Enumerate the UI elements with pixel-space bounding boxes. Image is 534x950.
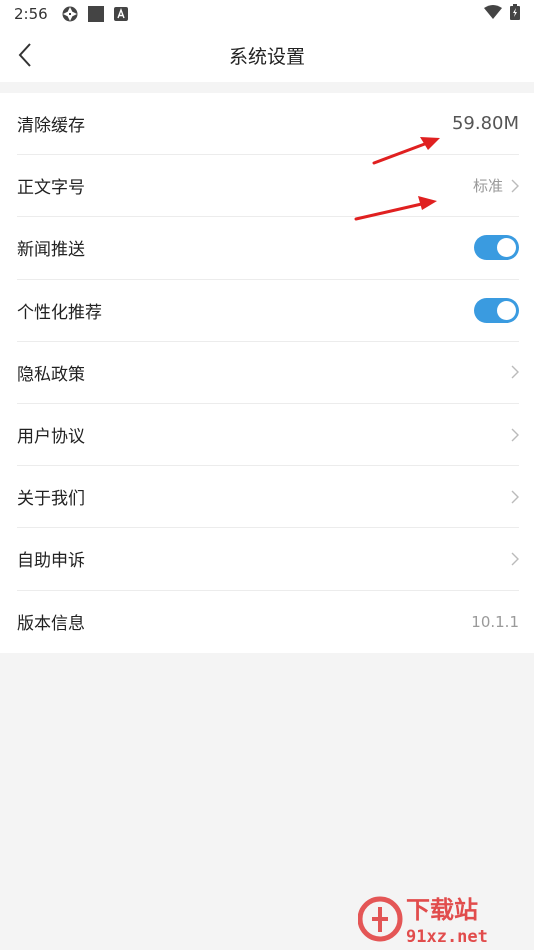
watermark-brand: 下载站 bbox=[406, 896, 478, 924]
app-a-icon bbox=[113, 7, 128, 21]
settings-item-news-push[interactable]: 新闻推送 bbox=[17, 217, 519, 280]
chevron-right-icon bbox=[511, 365, 519, 379]
settings-item-label: 个性化推荐 bbox=[17, 302, 102, 323]
value-wrap bbox=[503, 428, 519, 442]
settings-item-label: 用户协议 bbox=[17, 427, 85, 448]
cache-size-value: 59.80M bbox=[451, 113, 519, 135]
wifi-icon bbox=[484, 5, 502, 23]
settings-item-about[interactable]: 关于我们 bbox=[17, 466, 519, 529]
settings-item-label: 正文字号 bbox=[17, 178, 85, 199]
settings-item-personalized[interactable]: 个性化推荐 bbox=[17, 280, 519, 342]
app-header: 系统设置 bbox=[0, 28, 534, 82]
settings-list: 清除缓存 59.80M 正文字号 标准 新闻推送 个性化推荐 隐私政策 用户协议 bbox=[0, 93, 534, 653]
font-size-value-wrap: 标准 bbox=[473, 175, 519, 196]
status-time: 2:56 bbox=[14, 5, 48, 23]
settings-item-clear-cache[interactable]: 清除缓存 59.80M bbox=[17, 93, 519, 156]
value-wrap bbox=[503, 490, 519, 504]
settings-item-font-size[interactable]: 正文字号 标准 bbox=[17, 155, 519, 218]
settings-item-privacy[interactable]: 隐私政策 bbox=[17, 342, 519, 404]
font-size-value: 标准 bbox=[472, 177, 503, 196]
value-wrap bbox=[503, 552, 519, 566]
news-push-toggle[interactable] bbox=[474, 235, 519, 261]
watermark-logo: 下载站 91xz.net bbox=[357, 892, 528, 947]
chevron-right-icon bbox=[511, 428, 519, 442]
version-value: 10.1.1 bbox=[471, 612, 519, 631]
settings-item-label: 隐私政策 bbox=[17, 364, 85, 385]
personalized-toggle[interactable] bbox=[474, 297, 519, 323]
page-title: 系统设置 bbox=[228, 45, 305, 68]
settings-item-label: 清除缓存 bbox=[17, 116, 85, 137]
status-bar: 2:56 bbox=[0, 0, 534, 28]
settings-item-label: 关于我们 bbox=[17, 489, 85, 510]
back-arrow-icon bbox=[18, 43, 31, 67]
back-button[interactable] bbox=[6, 36, 44, 74]
settings-item-label: 新闻推送 bbox=[17, 240, 85, 261]
settings-item-agreement[interactable]: 用户协议 bbox=[17, 404, 519, 467]
aperture-icon bbox=[62, 6, 78, 22]
settings-item-label: 自助申诉 bbox=[17, 551, 85, 572]
settings-item-version: 版本信息 10.1.1 bbox=[17, 591, 519, 653]
chevron-right-icon bbox=[511, 490, 519, 504]
settings-item-label: 版本信息 bbox=[17, 614, 85, 635]
square-icon bbox=[87, 6, 104, 22]
toggle-knob bbox=[497, 238, 516, 258]
chevron-right-icon bbox=[511, 179, 519, 193]
value-wrap bbox=[503, 365, 519, 379]
battery-icon bbox=[510, 4, 520, 24]
watermark-site: 91xz.net bbox=[406, 927, 488, 946]
chevron-right-icon bbox=[511, 552, 519, 566]
toggle-knob bbox=[497, 300, 516, 320]
settings-item-appeal[interactable]: 自助申诉 bbox=[17, 528, 519, 591]
